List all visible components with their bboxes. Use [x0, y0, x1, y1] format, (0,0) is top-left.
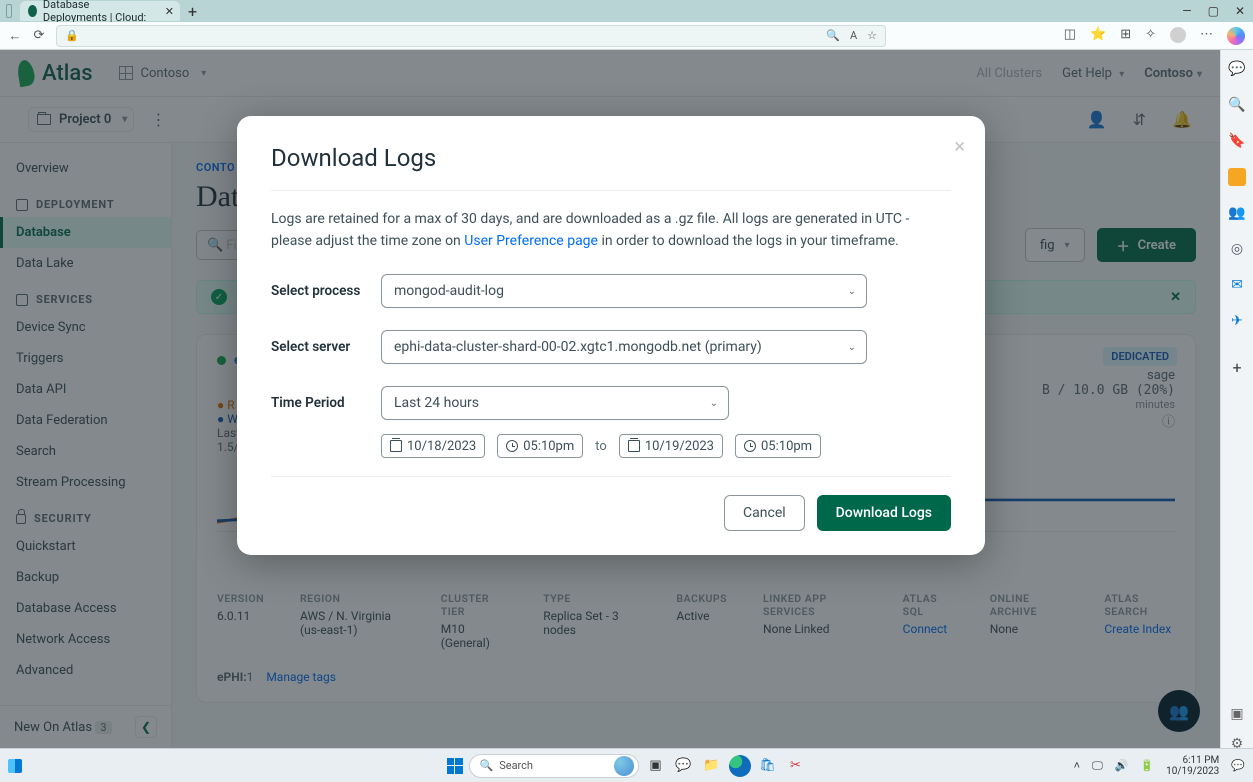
- edge-chat-icon[interactable]: 💬: [1228, 60, 1246, 78]
- tray-volume-icon[interactable]: 🔊: [1115, 759, 1129, 772]
- calendar-icon: [390, 440, 402, 452]
- download-logs-button[interactable]: Download Logs: [817, 495, 951, 531]
- extensions-icon[interactable]: ✧: [1145, 27, 1156, 45]
- select-server[interactable]: ephi-data-cluster-shard-00-02.xgtc1.mong…: [381, 330, 867, 364]
- search-highlight-icon: [614, 756, 634, 776]
- chat-icon[interactable]: 💬: [673, 755, 695, 777]
- taskbar-widgets-icon[interactable]: [8, 759, 22, 773]
- edge-people-icon[interactable]: 👥: [1228, 204, 1246, 222]
- split-screen-icon[interactable]: ◫: [1064, 27, 1076, 45]
- clock-icon: [506, 440, 518, 452]
- tab-close-icon[interactable]: ✕: [165, 5, 174, 18]
- chevron-down-icon: ⌄: [848, 286, 856, 297]
- app-viewport: Atlas Contoso ▾ All Clusters Get Help ▾ …: [0, 50, 1220, 748]
- tab-favicon-icon: [28, 5, 37, 17]
- explorer-icon[interactable]: 📁: [701, 755, 723, 777]
- browser-toolbar: ← ⟳ 🔒 🔍 A ☆ ◫ ⭐ ⊞ ✧ ⋯: [0, 22, 1253, 50]
- label-server: Select server: [271, 339, 381, 355]
- edge-tools-icon[interactable]: [1228, 168, 1246, 186]
- select-server-value: ephi-data-cluster-shard-00-02.xgtc1.mong…: [394, 339, 762, 355]
- select-period-value: Last 24 hours: [394, 395, 479, 411]
- nav-refresh-icon[interactable]: ⟳: [32, 28, 46, 43]
- profile-avatar-icon[interactable]: [1170, 27, 1186, 43]
- download-logs-modal: × Download Logs Logs are retained for a …: [237, 116, 985, 555]
- label-period: Time Period: [271, 395, 381, 411]
- from-date-input[interactable]: 10/18/2023: [381, 434, 485, 458]
- edge-send-icon[interactable]: ✈: [1228, 312, 1246, 330]
- select-process-value: mongod-audit-log: [394, 283, 504, 299]
- edge-shopping-icon[interactable]: 🔖: [1228, 132, 1246, 150]
- store-icon[interactable]: 🛍: [757, 755, 779, 777]
- snip-icon[interactable]: ✂: [785, 755, 807, 777]
- clock-icon: [744, 440, 756, 452]
- tab-title: Database Deployments | Cloud:: [43, 0, 156, 24]
- modal-close-icon[interactable]: ×: [954, 134, 965, 158]
- edge-outlook-icon[interactable]: ✉: [1228, 276, 1246, 294]
- favorites-icon[interactable]: ⭐: [1090, 27, 1106, 45]
- modal-description: Logs are retained for a max of 30 days, …: [271, 209, 951, 252]
- reader-icon[interactable]: A: [850, 29, 857, 42]
- chevron-down-icon: ⌄: [710, 398, 718, 409]
- modal-title: Download Logs: [271, 144, 951, 172]
- user-preference-link[interactable]: User Preference page: [464, 233, 598, 249]
- edge-sidebar: 💬 🔍 🔖 👥 ◎ ✉ ✈ + ▣ ⚙: [1220, 50, 1253, 748]
- copilot-icon[interactable]: [1227, 27, 1245, 45]
- to-label: to: [595, 439, 607, 454]
- start-button[interactable]: [447, 758, 463, 774]
- edge-icon[interactable]: [729, 755, 751, 777]
- more-icon[interactable]: ⋯: [1200, 27, 1213, 45]
- window-maximize-icon[interactable]: ▢: [1208, 4, 1219, 18]
- edge-o365-icon[interactable]: ◎: [1228, 240, 1246, 258]
- taskbar-clock[interactable]: 6:11 PM 10/19/2023: [1166, 755, 1219, 777]
- zoom-icon[interactable]: 🔍: [826, 29, 840, 42]
- search-icon: 🔍: [480, 759, 494, 772]
- favorite-icon[interactable]: ☆: [867, 29, 877, 42]
- nav-back-icon[interactable]: ←: [8, 28, 22, 44]
- taskbar-search-placeholder: Search: [499, 759, 533, 772]
- site-lock-icon: 🔒: [65, 29, 79, 42]
- select-period[interactable]: Last 24 hours ⌄: [381, 386, 729, 420]
- new-tab-button[interactable]: +: [188, 2, 197, 21]
- datetime-range-row: 10/18/2023 05:10pm to 10/19/2023 05:10pm: [381, 434, 951, 458]
- to-date-input[interactable]: 10/19/2023: [619, 434, 723, 458]
- collections-icon[interactable]: ⊞: [1120, 27, 1131, 45]
- edge-search-icon[interactable]: 🔍: [1228, 96, 1246, 114]
- tray-display-icon[interactable]: 🖵: [1092, 759, 1103, 773]
- task-view-icon[interactable]: ▣: [645, 755, 667, 777]
- windows-taskbar: 🔍 Search ▣ 💬 📁 🛍 ✂ ˄ 🖵 🔊 🔋 6:11 PM 10/19…: [0, 748, 1253, 782]
- from-time-input[interactable]: 05:10pm: [497, 434, 583, 458]
- edge-panel-icon[interactable]: ▣: [1228, 706, 1246, 722]
- cancel-button[interactable]: Cancel: [724, 495, 805, 531]
- calendar-icon: [628, 440, 640, 452]
- label-process: Select process: [271, 283, 381, 299]
- browser-tab-active[interactable]: Database Deployments | Cloud: ✕: [20, 1, 180, 21]
- tray-chevron-icon[interactable]: ˄: [1074, 759, 1080, 772]
- tray-battery-icon[interactable]: 🔋: [1140, 759, 1154, 772]
- window-controls: — ▢ ✕: [1182, 4, 1245, 18]
- window-minimize-icon[interactable]: —: [1182, 4, 1191, 18]
- notifications-icon[interactable]: 💬: [1231, 759, 1245, 772]
- taskbar-search-input[interactable]: 🔍 Search: [469, 754, 639, 778]
- to-time-input[interactable]: 05:10pm: [735, 434, 821, 458]
- chevron-down-icon: ⌄: [848, 342, 856, 353]
- edge-add-icon[interactable]: +: [1228, 358, 1246, 376]
- tab-actions-icon[interactable]: [6, 4, 12, 18]
- select-process[interactable]: mongod-audit-log ⌄: [381, 274, 867, 308]
- browser-tab-strip: Database Deployments | Cloud: ✕ + — ▢ ✕: [0, 0, 1253, 22]
- address-bar[interactable]: 🔒 🔍 A ☆: [56, 25, 886, 47]
- window-close-icon[interactable]: ✕: [1235, 4, 1245, 18]
